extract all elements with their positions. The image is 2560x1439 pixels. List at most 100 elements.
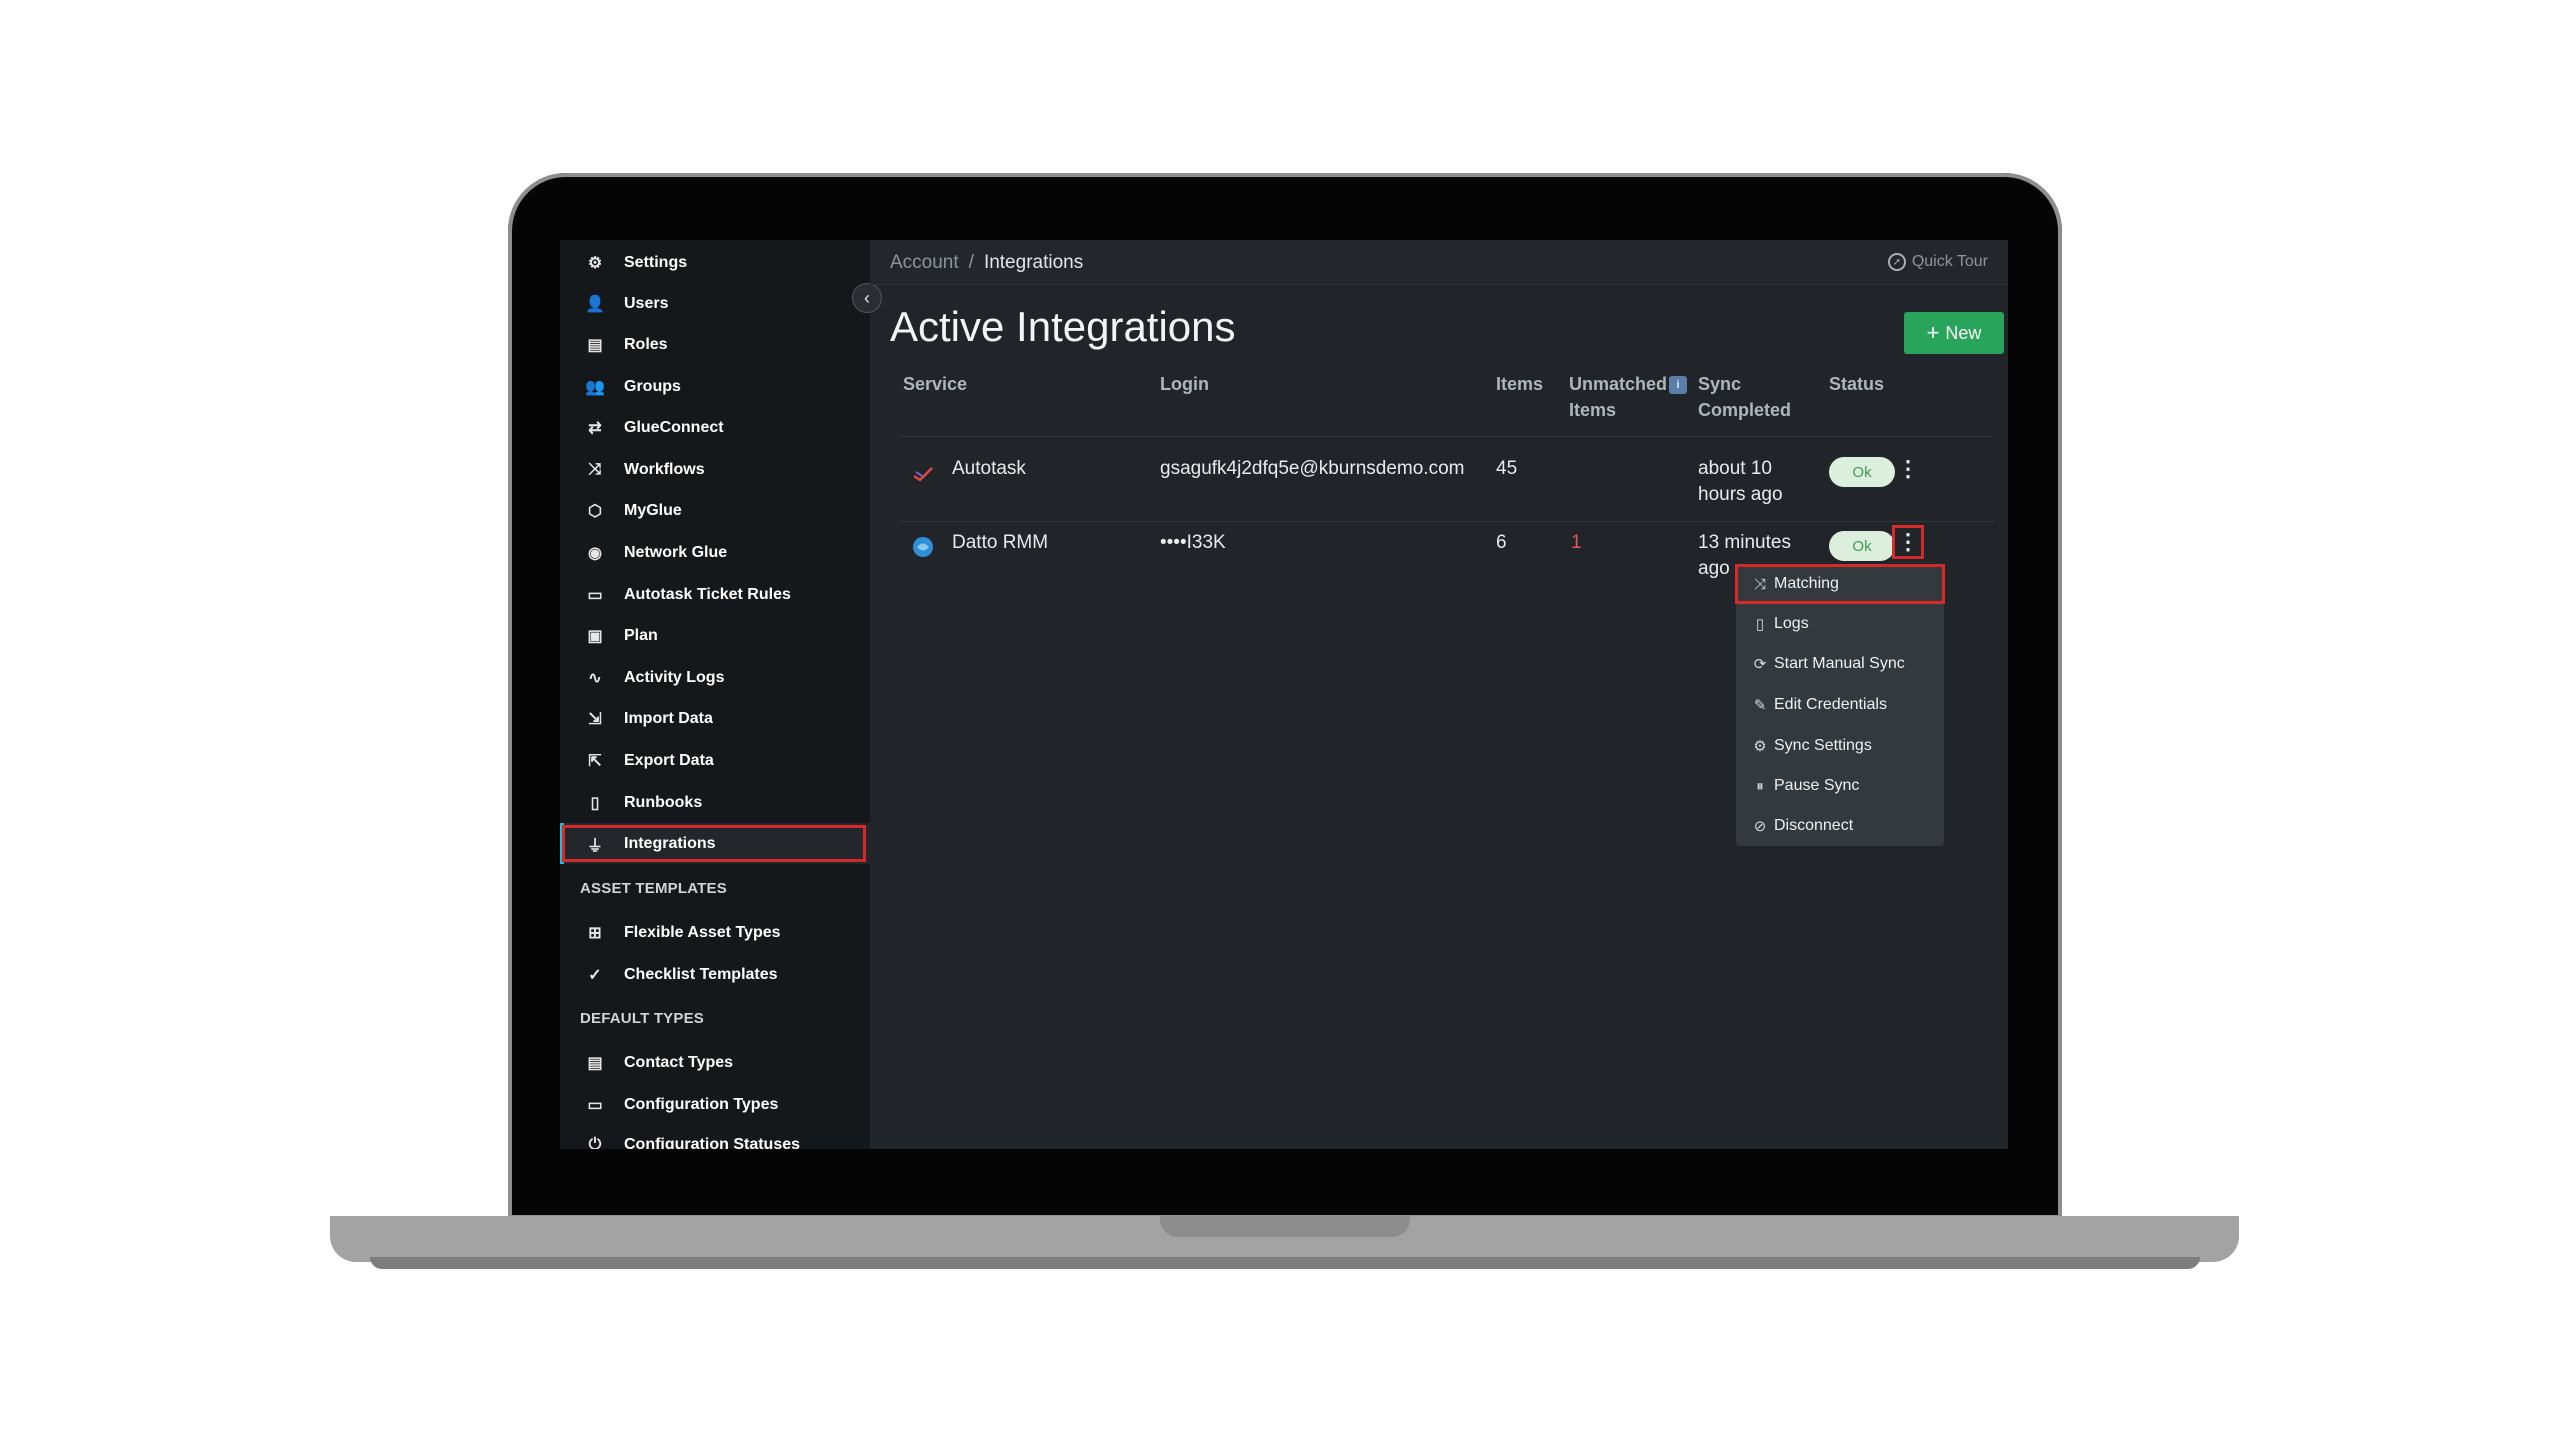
items-count: 6	[1496, 532, 1507, 553]
menu-item-edit-credentials[interactable]: ✎ Edit Credentials	[1736, 685, 1944, 725]
compass-icon: ➚	[1887, 253, 1906, 271]
plug-icon: ⏚	[586, 837, 603, 855]
menu-item-pause-sync[interactable]: ⏸ Pause Sync	[1736, 766, 1944, 806]
sidebar-item-checklist-templates[interactable]: ✓ Checklist Templates	[560, 954, 870, 995]
menu-item-label: Logs	[1774, 615, 1809, 632]
check-circle-icon: ✓	[588, 966, 602, 984]
new-integration-button[interactable]: + New	[1904, 312, 2004, 354]
unmatched-count[interactable]: 1	[1571, 530, 1582, 556]
eye-slash-icon: ⊘	[1753, 818, 1767, 835]
pulse-icon: ∿	[588, 669, 602, 687]
sidebar-item-settings[interactable]: ⚙ Settings	[560, 242, 870, 283]
service-name[interactable]: Autotask	[952, 456, 1026, 482]
status-badge: Ok	[1829, 531, 1895, 561]
sidebar-item-label: Activity Logs	[624, 668, 725, 686]
sidebar-item-label: Roles	[624, 335, 668, 353]
quick-tour-link[interactable]: ➚ Quick Tour	[1887, 253, 1988, 271]
sync-completed: about 10 hours ago	[1698, 456, 1783, 508]
section-heading-asset-templates: ASSET TEMPLATES	[580, 880, 727, 897]
gear-icon: ⚙	[587, 254, 603, 272]
section-heading-default-types: DEFAULT TYPES	[580, 1010, 704, 1027]
sidebar-collapse-button[interactable]: ‹	[852, 283, 882, 313]
sidebar-item-autotask-ticket-rules[interactable]: ▭ Autotask Ticket Rules	[560, 574, 870, 615]
sidebar: ⚙ Settings 👤 Users ▤ Roles 👥 Groups ⇄ Gl…	[560, 240, 870, 1149]
header-text-line: Items	[1569, 400, 1617, 420]
menu-item-label: Start Manual Sync	[1774, 655, 1905, 672]
top-bar: Account / Integrations ➚ Quick Tour	[870, 240, 2008, 285]
shuffle-icon: ⤨	[1753, 575, 1766, 593]
column-header-unmatched-items[interactable]: Unmatched i Items	[1569, 371, 1688, 423]
sidebar-item-plan[interactable]: ▣ Plan	[560, 615, 870, 656]
sidebar-item-glueconnect[interactable]: ⇄ GlueConnect	[560, 407, 870, 448]
users-icon: 👥	[585, 378, 605, 396]
sidebar-item-label: Workflows	[624, 460, 705, 478]
pause-circle-icon: ⏸	[1756, 777, 1764, 795]
column-header-service[interactable]: Service	[903, 371, 967, 397]
column-header-sync-completed[interactable]: Sync Completed	[1698, 371, 1791, 423]
sync-line: 13 minutes	[1698, 532, 1791, 553]
sidebar-item-network-glue[interactable]: ◉ Network Glue	[560, 532, 870, 573]
service-name[interactable]: Datto RMM	[952, 530, 1048, 556]
edit-icon: ✎	[1753, 697, 1767, 714]
menu-item-start-manual-sync[interactable]: ⟳ Start Manual Sync	[1736, 644, 1944, 684]
sidebar-item-workflows[interactable]: ⤨ Workflows	[560, 449, 870, 490]
breadcrumb-current: Integrations	[983, 252, 1084, 273]
sidebar-item-integrations[interactable]: ⏚ Integrations	[560, 823, 870, 864]
sync-line: hours ago	[1698, 484, 1783, 505]
datto-logo-icon	[913, 537, 933, 557]
info-icon[interactable]: i	[1669, 376, 1688, 395]
column-header-items[interactable]: Items	[1496, 371, 1543, 397]
grid-icon: ⊞	[588, 924, 602, 942]
login-value: gsagufk4j2dfq5e@kburnsdemo.com	[1160, 458, 1465, 479]
header-text-line: Sync	[1698, 374, 1742, 394]
row-actions-button[interactable]: ⋮	[1892, 452, 1924, 486]
sidebar-item-import-data[interactable]: ⇲ Import Data	[560, 698, 870, 739]
sidebar-item-configuration-statuses[interactable]: ⏻ Configuration Statuses	[560, 1124, 870, 1150]
eye-icon: ◉	[588, 544, 602, 562]
column-header-login[interactable]: Login	[1160, 371, 1209, 397]
kebab-menu-icon: ⋮	[1897, 529, 1919, 554]
sidebar-item-roles[interactable]: ▤ Roles	[560, 324, 870, 365]
sidebar-item-label: MyGlue	[624, 501, 682, 519]
menu-item-label: Edit Credentials	[1774, 696, 1887, 713]
sidebar-item-runbooks[interactable]: ▯ Runbooks	[560, 782, 870, 823]
file-icon: ▯	[1755, 616, 1765, 633]
sidebar-item-export-data[interactable]: ⇱ Export Data	[560, 740, 870, 781]
monitor-icon: ▭	[587, 1096, 603, 1114]
breadcrumb-account-link[interactable]: Account	[890, 252, 959, 273]
sidebar-item-label: Users	[624, 294, 669, 312]
sidebar-item-label: Export Data	[624, 751, 714, 769]
menu-item-disconnect[interactable]: ⊘ Disconnect	[1736, 806, 1944, 846]
status-badge: Ok	[1829, 457, 1895, 487]
breadcrumb-separator: /	[968, 252, 974, 273]
breadcrumb: Account / Integrations	[890, 252, 1083, 274]
address-book-icon: ▤	[587, 1054, 603, 1072]
sidebar-item-users[interactable]: 👤 Users	[560, 283, 870, 324]
sidebar-item-label: Checklist Templates	[624, 965, 778, 983]
shuffle-icon: ⤨	[588, 460, 602, 478]
column-header-status[interactable]: Status	[1829, 371, 1884, 397]
menu-item-matching[interactable]: ⤨ Matching	[1736, 564, 1944, 604]
sync-line: about 10	[1698, 458, 1772, 479]
sidebar-item-contact-types[interactable]: ▤ Contact Types	[560, 1042, 870, 1083]
hexagon-icon: ⬡	[588, 502, 602, 520]
app-screen: ⚙ Settings 👤 Users ▤ Roles 👥 Groups ⇄ Gl…	[560, 240, 2008, 1149]
sidebar-item-activity-logs[interactable]: ∿ Activity Logs	[560, 657, 870, 698]
items-count: 45	[1496, 458, 1518, 479]
row-actions-dropdown: ⤨ Matching ▯ Logs ⟳ Start Manual Sync ✎ …	[1736, 564, 1944, 846]
menu-item-logs[interactable]: ▯ Logs	[1736, 604, 1944, 644]
row-divider	[900, 436, 1994, 437]
id-card-icon: ▤	[587, 336, 603, 354]
menu-item-sync-settings[interactable]: ⚙ Sync Settings	[1736, 726, 1944, 766]
sidebar-item-label: Groups	[624, 377, 681, 395]
row-actions-button[interactable]: ⋮	[1892, 525, 1924, 559]
sidebar-item-myglue[interactable]: ⬡ MyGlue	[560, 490, 870, 531]
cogs-icon: ⚙	[1753, 738, 1767, 755]
power-icon: ⏻	[588, 1135, 602, 1150]
user-icon: 👤	[585, 295, 605, 313]
sidebar-item-configuration-types[interactable]: ▭ Configuration Types	[560, 1084, 870, 1125]
sidebar-item-groups[interactable]: 👥 Groups	[560, 366, 870, 407]
header-text-line: Completed	[1698, 400, 1792, 420]
laptop-base-shadow	[370, 1257, 2200, 1269]
sidebar-item-flexible-asset-types[interactable]: ⊞ Flexible Asset Types	[560, 912, 870, 953]
